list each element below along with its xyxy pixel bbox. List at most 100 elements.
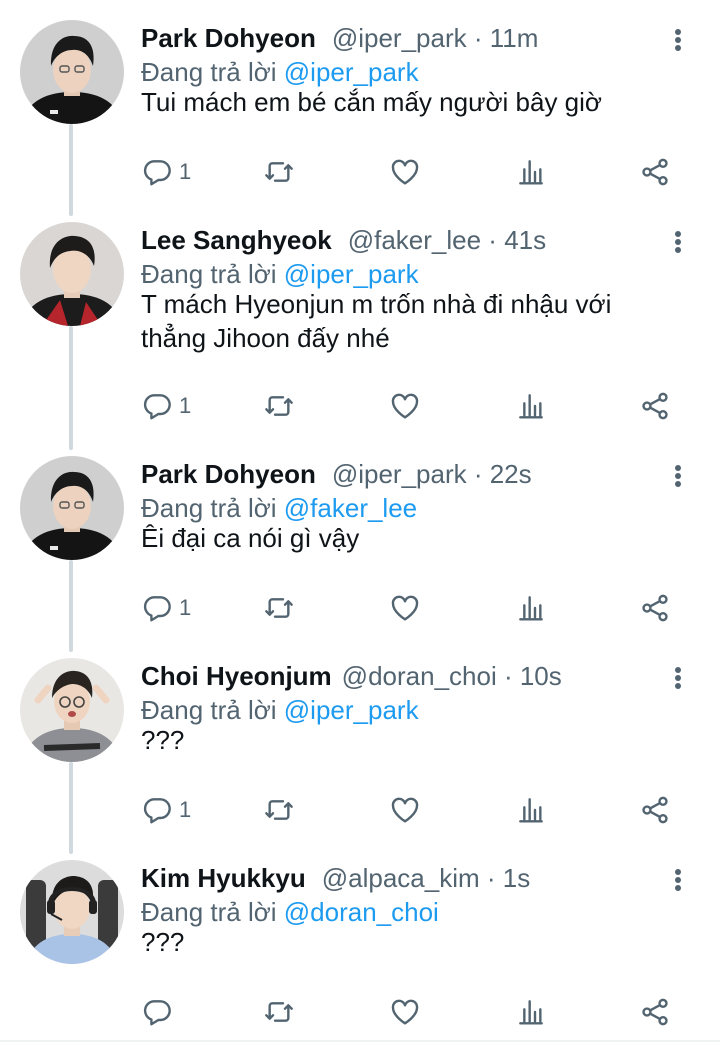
reply-button[interactable]: 1 — [141, 152, 191, 192]
tweet-text: ??? — [141, 927, 185, 957]
replying-to: Đang trả lời @faker_lee — [141, 491, 417, 525]
author-name[interactable]: Choi Hyeonjum — [141, 659, 332, 693]
mention-link[interactable]: @faker_lee — [284, 493, 417, 523]
mention-link[interactable]: @doran_choi — [284, 897, 439, 927]
avatar-glasses-grey-hoodie-icon — [20, 658, 124, 762]
replying-to-label: Đang trả lời — [141, 897, 284, 927]
reply-count: 1 — [179, 797, 192, 822]
more-icon[interactable] — [666, 462, 690, 490]
more-icon[interactable] — [666, 228, 690, 256]
retweet-button[interactable] — [263, 790, 295, 830]
reply-count: 1 — [179, 393, 192, 418]
tweet-header: Park Dohyeon @iper_park · 22s — [141, 457, 532, 491]
author-name[interactable]: Lee Sanghyeok — [141, 223, 332, 257]
retweet-icon — [265, 1002, 293, 1022]
tweet[interactable]: Kim Hyukkyu @alpaca_kim · 1s Đang trả lờ… — [0, 860, 720, 1038]
reply-button[interactable]: 1 — [141, 386, 191, 426]
avatar-dark-hair-red-jacket-icon — [20, 222, 124, 326]
views-icon — [519, 596, 543, 621]
like-button[interactable] — [389, 152, 421, 192]
reply-icon — [143, 394, 171, 420]
more-icon[interactable] — [666, 26, 690, 54]
views-icon — [519, 798, 543, 823]
tweet[interactable]: Park Dohyeon @iper_park · 22s Đang trả l… — [0, 456, 720, 656]
avatar[interactable] — [20, 456, 124, 560]
tweet-actions: 1 — [141, 588, 701, 628]
share-button[interactable] — [639, 152, 671, 192]
views-button[interactable] — [515, 588, 547, 628]
views-button[interactable] — [515, 152, 547, 192]
retweet-icon — [265, 162, 293, 182]
retweet-button[interactable] — [263, 152, 295, 192]
more-icon[interactable] — [666, 866, 690, 894]
mention-link[interactable]: @iper_park — [284, 695, 419, 725]
share-icon — [642, 158, 668, 186]
share-icon — [642, 392, 668, 420]
author-name[interactable]: Kim Hyukkyu — [141, 861, 306, 895]
heart-icon — [391, 595, 419, 621]
replying-to: Đang trả lời @iper_park — [141, 693, 419, 727]
author-handle-time[interactable]: @doran_choi · 10s — [342, 659, 562, 693]
tweet[interactable]: Choi Hyeonjum @doran_choi · 10s Đang trả… — [0, 658, 720, 858]
replying-to: Đang trả lời @iper_park — [141, 55, 419, 89]
like-button[interactable] — [389, 790, 421, 830]
tweet-text: Êi đại ca nói gì vậy — [141, 523, 360, 553]
reply-button[interactable]: 1 — [141, 588, 191, 628]
tweet-text: ??? — [141, 725, 185, 755]
like-button[interactable] — [389, 588, 421, 628]
author-handle-time[interactable]: @iper_park · 11m — [332, 21, 539, 55]
mention-link[interactable]: @iper_park — [284, 259, 419, 289]
heart-icon — [391, 797, 419, 823]
retweet-button[interactable] — [263, 386, 295, 426]
replying-to-label: Đang trả lời — [141, 493, 284, 523]
tweet[interactable]: Park Dohyeon @iper_park · 11m Đang trả l… — [0, 20, 720, 220]
retweet-icon — [265, 396, 293, 416]
tweet-actions: 1 — [141, 386, 701, 426]
reply-button[interactable]: 1 — [141, 790, 191, 830]
author-handle-time[interactable]: @iper_park · 22s — [332, 457, 532, 491]
author-handle-time[interactable]: @alpaca_kim · 1s — [322, 861, 530, 895]
avatar-dark-hair-black-jacket-icon — [20, 20, 124, 124]
like-button[interactable] — [389, 992, 421, 1032]
reply-count: 1 — [179, 159, 192, 184]
author-name[interactable]: Park Dohyeon — [141, 21, 316, 55]
more-icon[interactable] — [666, 664, 690, 692]
heart-icon — [391, 393, 419, 419]
replying-to-label: Đang trả lời — [141, 57, 284, 87]
views-icon — [519, 1000, 543, 1025]
share-icon — [642, 998, 668, 1026]
mention-link[interactable]: @iper_park — [284, 57, 419, 87]
tweet-text: T mách Hyeonjun m trốn nhà đi nhậu với t… — [141, 289, 612, 353]
tweet-header: Kim Hyukkyu @alpaca_kim · 1s — [141, 861, 530, 895]
avatar[interactable] — [20, 860, 124, 964]
views-button[interactable] — [515, 386, 547, 426]
retweet-icon — [265, 800, 293, 820]
views-icon — [519, 394, 543, 419]
avatar[interactable] — [20, 658, 124, 762]
share-button[interactable] — [639, 588, 671, 628]
tweet-actions: 1 — [141, 152, 701, 192]
tweet[interactable]: Lee Sanghyeok @faker_lee · 41s Đang trả … — [0, 222, 720, 454]
share-button[interactable] — [639, 992, 671, 1032]
like-button[interactable] — [389, 386, 421, 426]
tweet-actions — [141, 992, 701, 1032]
reply-icon — [143, 798, 171, 824]
retweet-button[interactable] — [263, 588, 295, 628]
views-button[interactable] — [515, 790, 547, 830]
avatar[interactable] — [20, 222, 124, 326]
share-button[interactable] — [639, 790, 671, 830]
avatar[interactable] — [20, 20, 124, 124]
replying-to: Đang trả lời @iper_park — [141, 257, 419, 291]
avatar-headset-blue-shirt-icon — [20, 860, 124, 964]
author-handle-time[interactable]: @faker_lee · 41s — [348, 223, 546, 257]
views-button[interactable] — [515, 992, 547, 1032]
share-icon — [642, 594, 668, 622]
reply-button[interactable] — [141, 992, 179, 1032]
share-button[interactable] — [639, 386, 671, 426]
author-name[interactable]: Park Dohyeon — [141, 457, 316, 491]
retweet-button[interactable] — [263, 992, 295, 1032]
replying-to: Đang trả lời @doran_choi — [141, 895, 439, 929]
tweet-text: Tui mách em bé cắn mấy người bây giờ — [141, 87, 602, 117]
replying-to-label: Đang trả lời — [141, 259, 284, 289]
tweet-header: Choi Hyeonjum @doran_choi · 10s — [141, 659, 562, 693]
